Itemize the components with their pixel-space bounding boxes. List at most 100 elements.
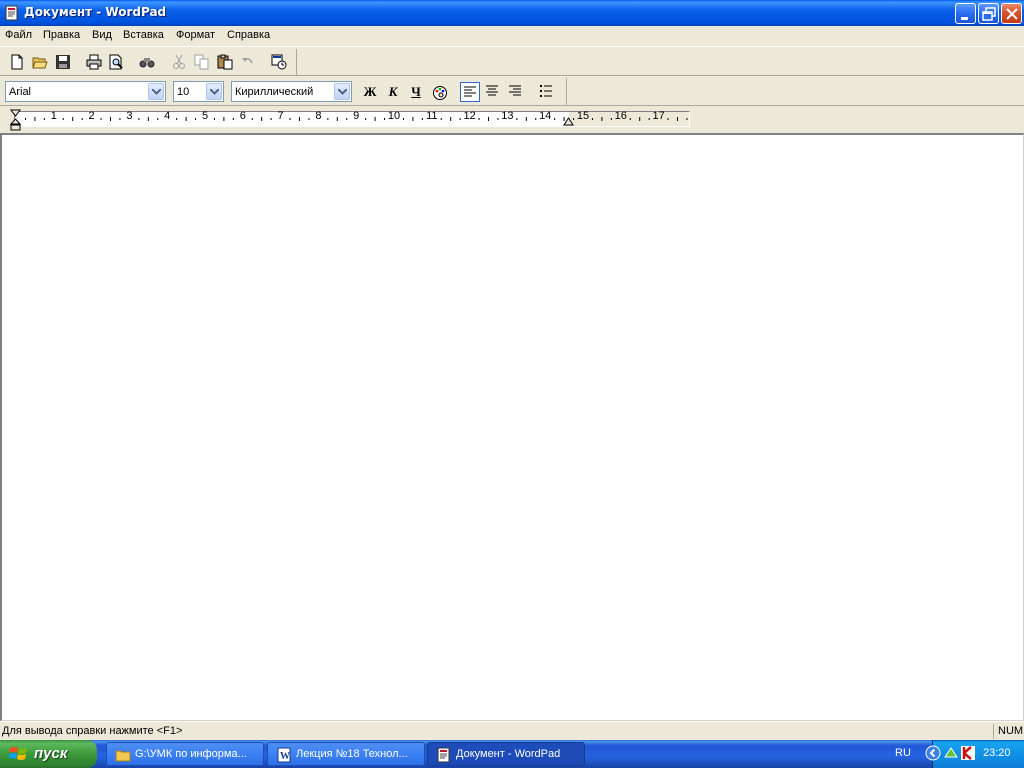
ruler-number: 17	[652, 110, 665, 122]
save-icon	[56, 55, 70, 69]
clock[interactable]: 23:20	[983, 747, 1011, 759]
ruler-number: 12	[463, 110, 476, 122]
font-size-dropdown[interactable]	[206, 83, 222, 100]
copy-button[interactable]	[193, 53, 211, 71]
ruler-number: 6	[239, 110, 246, 122]
show-hidden-icons-button[interactable]	[925, 745, 941, 761]
taskbar-item-label: Документ - WordPad	[456, 748, 561, 760]
font-name-value: Arial	[9, 86, 32, 98]
new-button[interactable]	[8, 53, 26, 71]
language-indicator[interactable]: RU	[895, 747, 911, 759]
menu-format[interactable]: Формат	[176, 29, 215, 41]
script-value: Кириллический	[235, 86, 314, 98]
menu-view[interactable]: Вид	[92, 29, 112, 41]
font-name-dropdown[interactable]	[148, 83, 164, 100]
underline-button[interactable]: Ч	[406, 82, 426, 102]
ruler-number: 3	[126, 110, 133, 122]
print-button[interactable]	[85, 53, 103, 71]
menu-help[interactable]: Справка	[227, 29, 270, 41]
insert-datetime-button[interactable]	[270, 53, 288, 71]
open-button[interactable]	[31, 53, 49, 71]
bullets-button[interactable]	[537, 82, 557, 102]
copy-icon	[194, 54, 209, 70]
ruler-number: 4	[164, 110, 171, 122]
ruler-number: 15	[576, 110, 590, 122]
taskbar: пуск G:\УМК по информа... W Лекция №18 Т…	[0, 740, 1024, 768]
restore-icon	[982, 7, 996, 21]
taskbar-item-label: Лекция №18 Технол...	[296, 748, 408, 760]
taskbar-item-explorer[interactable]: G:\УМК по информа...	[106, 742, 264, 766]
start-button[interactable]: пуск	[0, 740, 97, 768]
align-right-button[interactable]	[506, 82, 526, 102]
antivirus-icon[interactable]	[960, 745, 976, 761]
undo-icon	[242, 58, 253, 64]
system-tray: 23:20	[925, 740, 1024, 768]
ruler-number: 16	[614, 110, 627, 122]
chevron-down-icon	[338, 89, 347, 95]
undo-button[interactable]	[239, 53, 257, 71]
align-center-icon	[486, 85, 498, 96]
bold-button[interactable]: Ж	[360, 82, 380, 102]
ruler-number: 2	[88, 110, 95, 122]
open-folder-icon	[32, 57, 48, 69]
close-button[interactable]	[1001, 3, 1022, 24]
align-right-icon	[509, 85, 521, 96]
find-button[interactable]	[138, 53, 156, 71]
bullet-list-icon	[540, 85, 552, 97]
right-indent-marker-icon[interactable]	[563, 117, 575, 129]
ruler[interactable]: 1 2 3 4 5 6 7 8 9 10 11 12 13 14 15 16 17	[0, 107, 1024, 133]
chevron-down-icon	[210, 89, 219, 95]
close-icon	[1006, 8, 1018, 20]
document-editor[interactable]	[0, 133, 1024, 721]
ruler-number: 8	[315, 110, 322, 122]
windows-logo-icon	[9, 747, 27, 760]
script-select[interactable]: Кириллический	[231, 81, 352, 102]
paste-button[interactable]	[216, 53, 234, 71]
cut-button[interactable]	[170, 53, 188, 71]
format-toolbar: Arial 10 Кириллический Ж К Ч	[0, 77, 1024, 106]
ruler-number: 1	[50, 110, 57, 122]
palette-icon	[433, 86, 447, 100]
find-icon	[139, 58, 155, 68]
folder-icon	[115, 750, 131, 762]
wordpad-app-icon[interactable]	[4, 5, 20, 21]
menu-bar: Файл Правка Вид Вставка Формат Справка	[0, 26, 1024, 45]
cut-icon	[173, 54, 185, 69]
taskbar-item-label: G:\УМК по информа...	[135, 748, 247, 760]
window-title: Документ - WordPad	[24, 5, 167, 19]
word-document-icon: W	[277, 747, 291, 763]
italic-button[interactable]: К	[383, 82, 403, 102]
standard-toolbar	[0, 46, 1024, 76]
color-button[interactable]	[430, 82, 450, 102]
num-lock-indicator: NUM	[993, 724, 1024, 739]
new-document-icon	[11, 54, 23, 70]
start-label: пуск	[34, 745, 68, 762]
menu-edit[interactable]: Правка	[43, 29, 80, 41]
align-left-button[interactable]	[460, 82, 480, 102]
align-center-button[interactable]	[483, 82, 503, 102]
font-name-select[interactable]: Arial	[5, 81, 166, 102]
print-preview-button[interactable]	[107, 53, 125, 71]
menu-file[interactable]: Файл	[5, 29, 32, 41]
save-button[interactable]	[54, 53, 72, 71]
print-icon	[86, 54, 102, 70]
ruler-number: 11	[426, 110, 438, 122]
script-dropdown[interactable]	[334, 83, 350, 100]
left-indent-marker-icon[interactable]	[10, 109, 22, 131]
align-left-icon	[464, 86, 476, 97]
insert-datetime-icon	[271, 54, 287, 70]
restore-button[interactable]	[978, 3, 999, 24]
status-bar: Для вывода справки нажмите <F1> NUM	[0, 721, 1024, 740]
svg-text:W: W	[280, 751, 290, 762]
network-icon[interactable]	[943, 745, 959, 761]
taskbar-item-word[interactable]: W Лекция №18 Технол...	[267, 742, 425, 766]
menu-insert[interactable]: Вставка	[123, 29, 164, 41]
print-preview-icon	[109, 54, 123, 70]
title-bar[interactable]: Документ - WordPad	[0, 0, 1024, 26]
ruler-number: 5	[201, 110, 209, 122]
taskbar-item-wordpad[interactable]: Документ - WordPad	[427, 742, 585, 766]
ruler-number: 9	[353, 110, 360, 122]
font-size-select[interactable]: 10	[173, 81, 224, 102]
ruler-number: 13	[501, 110, 514, 122]
minimize-button[interactable]	[955, 3, 976, 24]
